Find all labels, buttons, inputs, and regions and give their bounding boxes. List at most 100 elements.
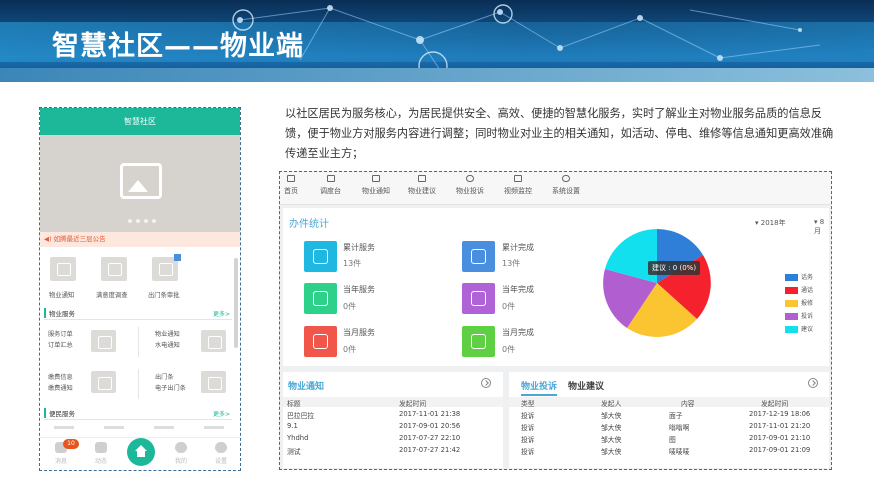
speaker-icon: ◀) — [44, 235, 52, 243]
stat-value: 13件 — [502, 259, 521, 268]
nav-home[interactable]: 首页 — [284, 175, 298, 196]
tab-complaint[interactable]: 物业投诉 — [521, 379, 558, 396]
placeholder-bar — [104, 426, 124, 429]
message-icon — [372, 175, 380, 182]
month-select[interactable]: ▾ 8月 — [814, 218, 829, 236]
placeholder-bar — [204, 426, 224, 429]
tab-settings[interactable]: 设置 — [206, 442, 236, 465]
stat-value: 0件 — [343, 345, 357, 354]
trend-icon — [462, 326, 495, 357]
phone-mockup: 智慧社区 ◀) 如腾最近三层公告 物业通知 满意度调查 出门条审批 物业服务 更… — [39, 107, 241, 471]
heart-icon — [304, 241, 337, 272]
service-item[interactable]: 服务订单 订单汇总 — [48, 329, 73, 351]
image-placeholder-icon — [201, 371, 226, 393]
page-title: 智慧社区——物业端 — [52, 31, 304, 62]
tab-activity[interactable]: 动态 — [86, 442, 116, 465]
legend-item[interactable]: 报修 — [785, 298, 813, 307]
icon-label: 物业通知 — [49, 292, 75, 299]
placeholder-bar — [54, 426, 74, 429]
carousel-dot[interactable] — [128, 219, 132, 223]
more-link[interactable]: 更多> — [213, 309, 230, 318]
pie-chart[interactable] — [602, 210, 722, 360]
carousel-dot[interactable] — [144, 219, 148, 223]
stat-label: 累计完成 — [502, 243, 534, 252]
nav-video[interactable]: 视频监控 — [504, 175, 532, 196]
tab-suggestion[interactable]: 物业建议 — [568, 379, 604, 392]
year-select[interactable]: ▾ 2018年 — [755, 218, 786, 228]
divider — [138, 327, 139, 357]
chevron-right-icon[interactable] — [481, 378, 491, 388]
star-icon — [462, 241, 495, 272]
divider — [44, 319, 232, 320]
legend-item[interactable]: 通话 — [785, 285, 813, 294]
placeholder-bar — [154, 426, 174, 429]
phone-header: 智慧社区 — [40, 108, 240, 135]
user-icon — [175, 442, 187, 453]
gear-icon — [215, 442, 227, 453]
description-text: 以社区居民为服务核心，为居民提供安全、高效、便捷的智慧化服务，实时了解业主对物业… — [285, 107, 834, 160]
section-title: 便民服务 — [44, 408, 75, 418]
stat-label: 当年服务 — [343, 285, 375, 294]
home-button[interactable] — [127, 438, 155, 466]
stat-value: 0件 — [343, 302, 357, 311]
stats-title: 办件统计 — [289, 219, 329, 230]
property-notice-icon[interactable] — [50, 257, 76, 281]
service-item[interactable]: 出门条 电子出门条 — [155, 372, 186, 394]
sliders-icon — [304, 326, 337, 357]
stat-label: 累计服务 — [343, 243, 375, 252]
notice-bar[interactable]: ◀) 如腾最近三层公告 — [40, 232, 240, 247]
stats-panel: 办件统计 ▾ 2018年 ▾ 8月 累计服务 13件 累计完成 13件 当年服务… — [283, 208, 829, 366]
stat-label: 当月完成 — [502, 328, 534, 337]
service-item[interactable]: 缴费信息 缴费通知 — [48, 372, 73, 394]
notice-text: 如腾最近三层公告 — [53, 235, 106, 243]
home-icon — [287, 175, 295, 182]
section-title: 物业服务 — [44, 308, 75, 318]
notice-panel: 物业通知 标题 发起时间 巴拉巴拉 2017-11-01 21:38 9.1 201… — [283, 372, 503, 468]
dashboard-mockup: 首页 调度台 物业通知 物业建议 物业投诉 视频监控 系统设置 办件统计 ▾ 2… — [279, 171, 832, 470]
bar-chart-icon — [462, 283, 495, 314]
nav-complaint[interactable]: 物业投诉 — [456, 175, 484, 196]
nav-suggestion[interactable]: 物业建议 — [408, 175, 436, 196]
chart-tooltip: 建议 : 0 (0%) — [648, 261, 701, 275]
stat-value: 13件 — [343, 259, 362, 268]
carousel-dot[interactable] — [152, 219, 156, 223]
tab-profile[interactable]: 我的 — [166, 442, 196, 465]
icon-label: 出门条审批 — [148, 292, 180, 299]
nav-notice[interactable]: 物业通知 — [362, 175, 390, 196]
divider — [44, 419, 232, 420]
panel-title: 物业通知 — [288, 382, 325, 392]
stat-value: 0件 — [502, 345, 516, 354]
nav-dispatch[interactable]: 调度台 — [320, 175, 341, 196]
chevron-right-icon[interactable] — [808, 378, 818, 388]
headset-icon — [466, 175, 474, 182]
icon-label: 满意度调查 — [96, 292, 128, 299]
legend-item[interactable]: 建议 — [785, 324, 813, 333]
list-icon — [326, 175, 335, 182]
document-icon — [418, 175, 426, 182]
banner-bottom-strip — [0, 68, 874, 82]
divider — [138, 369, 139, 399]
image-placeholder-icon — [91, 330, 116, 352]
phone-carousel[interactable] — [40, 135, 240, 232]
image-placeholder-icon — [201, 330, 226, 352]
bottom-tab-bar: 消息 10 动态 我的 设置 — [40, 437, 240, 470]
scrollbar[interactable] — [234, 258, 238, 348]
wrench-icon — [304, 283, 337, 314]
table-header: 类型 发起人 内容 发起时间 — [509, 397, 829, 408]
more-link[interactable]: 更多> — [213, 409, 230, 418]
stat-label: 当年完成 — [502, 285, 534, 294]
video-icon — [514, 175, 522, 182]
nav-settings[interactable]: 系统设置 — [552, 175, 580, 196]
image-placeholder-icon — [120, 163, 162, 199]
legend-item[interactable]: 话务 — [785, 272, 813, 281]
stat-label: 当月服务 — [343, 328, 375, 337]
carousel-dot[interactable] — [136, 219, 140, 223]
unread-badge: 10 — [63, 439, 79, 449]
complaint-panel: 物业投诉 物业建议 类型 发起人 内容 发起时间 投诉 邹大侠 面子 2017-… — [509, 372, 829, 468]
service-item[interactable]: 物业通知 水电通知 — [155, 329, 180, 351]
legend-item[interactable]: 投诉 — [785, 311, 813, 320]
survey-icon[interactable] — [101, 257, 127, 281]
gear-icon — [562, 175, 570, 182]
table-header: 标题 发起时间 — [283, 397, 503, 408]
top-nav: 首页 调度台 物业通知 物业建议 物业投诉 视频监控 系统设置 — [280, 172, 831, 205]
